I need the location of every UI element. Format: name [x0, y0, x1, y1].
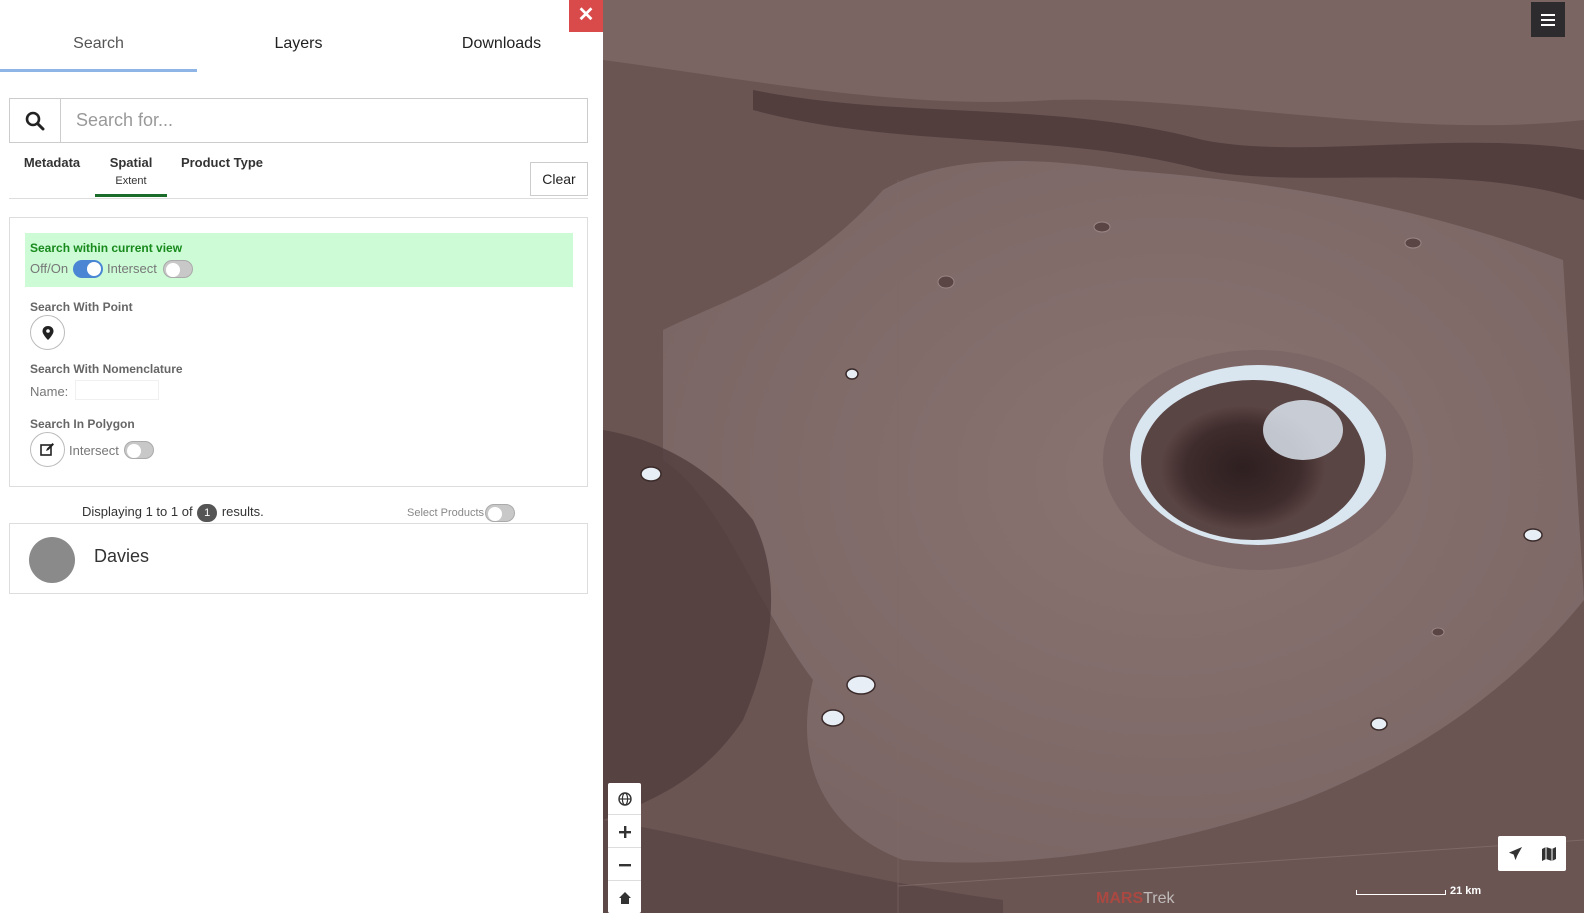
current-view-section: Search within current view Off/On Inters…	[25, 233, 573, 287]
map-menu-button[interactable]	[1531, 2, 1565, 37]
subtab-spatial[interactable]: Spatial Extent	[95, 150, 167, 198]
active-tab-indicator	[0, 69, 197, 72]
search-bar	[9, 98, 588, 143]
map-scale-bar: 21 km	[1353, 884, 1573, 904]
map-icon	[1542, 846, 1556, 861]
scale-label: 21 km	[1450, 885, 1482, 897]
nomenclature-search-title: Search With Nomenclature	[30, 362, 183, 376]
zoom-in-button[interactable]	[608, 816, 641, 848]
subtab-product-type-label: Product Type	[180, 155, 264, 170]
polygon-search-title: Search In Polygon	[30, 417, 135, 431]
result-thumbnail	[29, 537, 75, 583]
clear-button[interactable]: Clear	[530, 162, 588, 196]
globe-view-button[interactable]	[608, 783, 641, 815]
tab-search[interactable]: Search	[0, 0, 197, 73]
search-icon	[25, 111, 45, 130]
scale-line	[1356, 890, 1446, 895]
select-products-toggle[interactable]	[485, 504, 515, 522]
map-view-buttons	[1498, 836, 1566, 871]
results-summary: Displaying 1 to 1 of 1 results.	[82, 504, 264, 522]
current-view-intersect-toggle[interactable]	[163, 260, 193, 278]
close-icon: ✕	[577, 4, 595, 26]
results-suffix: results.	[221, 504, 264, 519]
active-subtab-indicator	[95, 194, 167, 197]
airplane-icon	[1508, 846, 1522, 861]
offon-label: Off/On	[30, 261, 69, 276]
minus-icon	[618, 863, 631, 866]
search-filter-tabs: Metadata Spatial Extent Product Type Clea…	[9, 150, 588, 199]
map-mode-button[interactable]	[1532, 836, 1566, 871]
current-view-toggle[interactable]	[73, 260, 103, 278]
toggle-knob	[87, 262, 101, 276]
hamburger-icon	[1541, 13, 1555, 26]
subtab-metadata[interactable]: Metadata	[19, 150, 85, 198]
intersect-label: Intersect	[107, 261, 157, 276]
mars-terrain-image	[603, 0, 1584, 913]
polygon-intersect-toggle[interactable]	[124, 441, 154, 459]
zoom-out-button[interactable]	[608, 849, 641, 881]
edit-icon	[40, 443, 54, 456]
current-view-title: Search within current view	[30, 241, 183, 255]
search-with-point-button[interactable]	[30, 315, 65, 350]
select-products-label: Select Products	[407, 507, 485, 519]
nomenclature-name-input[interactable]	[75, 380, 159, 400]
map-zoom-controls	[608, 783, 641, 913]
close-panel-button[interactable]: ✕	[569, 0, 603, 32]
search-button[interactable]	[10, 99, 61, 142]
home-button[interactable]	[608, 882, 641, 913]
logo-trek: Trek	[1143, 890, 1175, 907]
fly-mode-button[interactable]	[1498, 836, 1532, 871]
home-icon	[618, 892, 631, 904]
result-item[interactable]: Davies	[9, 523, 588, 594]
draw-polygon-button[interactable]	[30, 432, 65, 467]
results-prefix: Displaying 1 to 1 of	[82, 504, 193, 519]
polygon-intersect-label: Intersect	[69, 443, 119, 458]
toggle-knob	[127, 444, 141, 458]
results-count-badge: 1	[197, 504, 218, 522]
search-panel: Search Layers Downloads ✕ Metadata Spati…	[0, 0, 603, 913]
map-view[interactable]: 21 km MARSTrek	[603, 0, 1584, 913]
subtab-spatial-label: Spatial	[109, 155, 153, 170]
subtab-product-type[interactable]: Product Type	[179, 150, 265, 198]
tab-layers[interactable]: Layers	[200, 0, 397, 73]
panel-tabs: Search Layers Downloads	[0, 0, 603, 73]
globe-icon	[617, 791, 632, 806]
mars-trek-logo: MARSTrek	[1096, 890, 1175, 908]
map-marker-icon	[42, 325, 53, 340]
toggle-knob	[488, 507, 502, 521]
logo-main: MARS	[1096, 890, 1144, 907]
search-input[interactable]	[62, 99, 586, 142]
subtab-metadata-label: Metadata	[23, 155, 81, 170]
result-name: Davies	[94, 546, 150, 566]
plus-icon	[618, 825, 631, 838]
toggle-knob	[166, 263, 180, 277]
name-label: Name:	[30, 384, 69, 399]
spatial-search-options: Search within current view Off/On Inters…	[9, 217, 588, 487]
point-search-title: Search With Point	[30, 300, 133, 314]
subtab-spatial-sublabel: Extent	[115, 175, 147, 187]
